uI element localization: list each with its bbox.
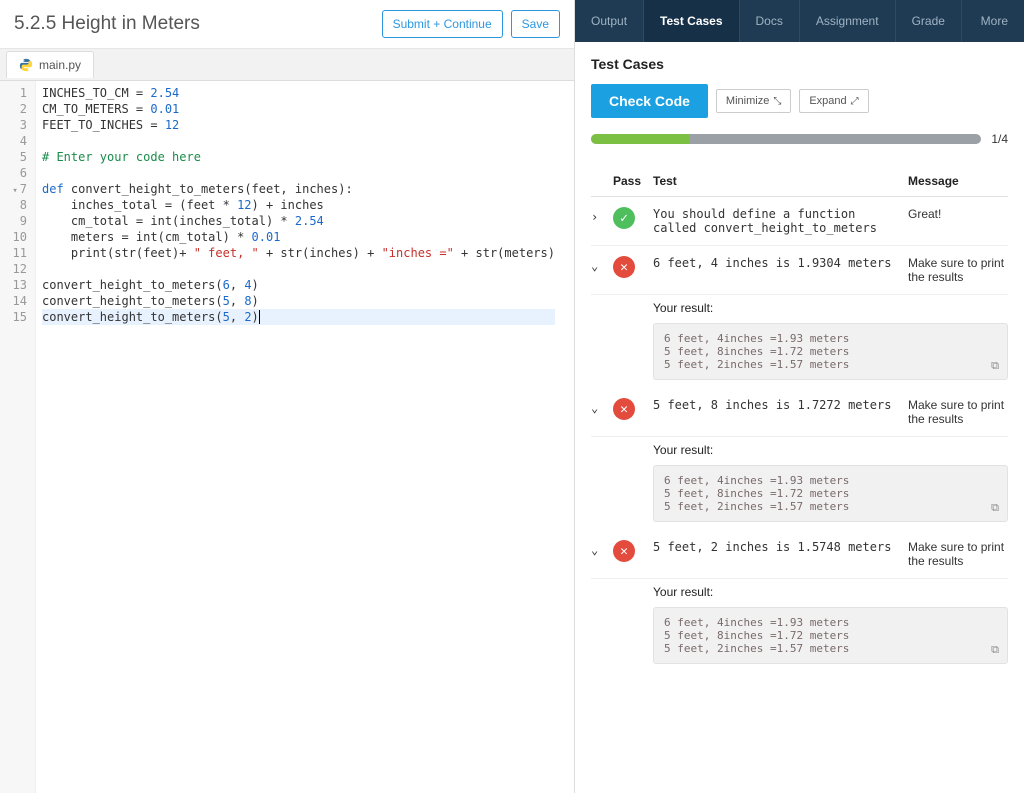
terminal-icon[interactable]: ⧉ [991,501,999,515]
panel-title: Test Cases [591,56,1008,72]
chevron-right-icon[interactable]: › [591,207,613,224]
nav-tab-more[interactable]: More [965,0,1024,42]
check-icon: ✓ [613,207,635,229]
left-header: 5.2.5 Height in Meters Submit + Continue… [0,0,574,49]
header-actions: Submit + Continue Save [382,10,560,38]
nav-tab-test-cases[interactable]: Test Cases [644,0,739,42]
assignment-title: 5.2.5 Height in Meters [14,13,200,35]
python-icon [19,58,33,72]
test-description: 5 feet, 2 inches is 1.5748 meters [653,540,908,554]
test-message: Make sure to print the results [908,256,1008,284]
your-result-label: Your result: [591,295,1008,317]
progress-label: 1/4 [991,132,1008,146]
test-message: Make sure to print the results [908,398,1008,426]
test-description: 5 feet, 8 inches is 1.7272 meters [653,398,908,412]
your-result-label: Your result: [591,579,1008,601]
progress-track [591,134,981,144]
x-icon: ✕ [613,540,635,562]
test-row: ›✓ You should define a function called co… [591,197,1008,246]
test-row: ⌄✕ 5 feet, 8 inches is 1.7272 metersMake … [591,388,1008,437]
expand-button[interactable]: Expand ⤢ [799,89,868,113]
save-button[interactable]: Save [511,10,560,38]
minimize-icon: ⤡ [773,96,781,107]
check-code-button[interactable]: Check Code [591,84,708,118]
expand-icon: ⤢ [851,96,859,107]
line-gutter: 123456▾789101112131415 [0,81,36,793]
test-cases-panel: Test Cases Check Code Minimize ⤡ Expand … [575,42,1024,686]
expand-label: Expand [809,95,846,107]
progress-row: 1/4 [591,132,1008,146]
x-icon: ✕ [613,398,635,420]
chevron-down-icon[interactable]: ⌄ [591,256,613,273]
file-tab-main[interactable]: main.py [6,51,94,78]
code-lines[interactable]: INCHES_TO_CM = 2.54CM_TO_METERS = 0.01FE… [36,81,555,793]
terminal-icon[interactable]: ⧉ [991,359,999,373]
x-icon: ✕ [613,256,635,278]
minimize-button[interactable]: Minimize ⤡ [716,89,791,113]
result-output-box: 6 feet, 4inches =1.93 meters 5 feet, 8in… [653,323,1008,380]
nav-tab-grade[interactable]: Grade [896,0,962,42]
editor-pane: 5.2.5 Height in Meters Submit + Continue… [0,0,575,793]
test-description: 6 feet, 4 inches is 1.9304 meters [653,256,908,270]
terminal-icon[interactable]: ⧉ [991,643,999,657]
test-description: You should define a function called conv… [653,207,908,235]
file-tab-bar: main.py [0,49,574,81]
results-header: Pass Test Message [591,166,1008,197]
progress-fill [591,134,689,144]
test-message: Great! [908,207,1008,221]
results-pane: OutputTest CasesDocsAssignmentGradeMore … [575,0,1024,793]
test-row: ⌄✕ 5 feet, 2 inches is 1.5748 metersMake … [591,530,1008,579]
chevron-down-icon[interactable]: ⌄ [591,540,613,557]
nav-tab-output[interactable]: Output [575,0,644,42]
submit-continue-button[interactable]: Submit + Continue [382,10,503,38]
nav-tab-docs[interactable]: Docs [740,0,800,42]
results-body: ›✓ You should define a function called co… [591,197,1008,664]
col-pass-header: Pass [613,174,653,188]
code-editor[interactable]: 123456▾789101112131415 INCHES_TO_CM = 2.… [0,81,574,793]
col-test-header: Test [653,174,908,188]
your-result-label: Your result: [591,437,1008,459]
right-nav: OutputTest CasesDocsAssignmentGradeMore [575,0,1024,42]
result-output-box: 6 feet, 4inches =1.93 meters 5 feet, 8in… [653,607,1008,664]
col-message-header: Message [908,174,1008,188]
result-output-box: 6 feet, 4inches =1.93 meters 5 feet, 8in… [653,465,1008,522]
minimize-label: Minimize [726,95,769,107]
file-tab-label: main.py [39,58,81,72]
panel-controls: Check Code Minimize ⤡ Expand ⤢ [591,84,1008,118]
chevron-down-icon[interactable]: ⌄ [591,398,613,415]
nav-tab-assignment[interactable]: Assignment [800,0,896,42]
test-row: ⌄✕ 6 feet, 4 inches is 1.9304 metersMake … [591,246,1008,295]
test-message: Make sure to print the results [908,540,1008,568]
